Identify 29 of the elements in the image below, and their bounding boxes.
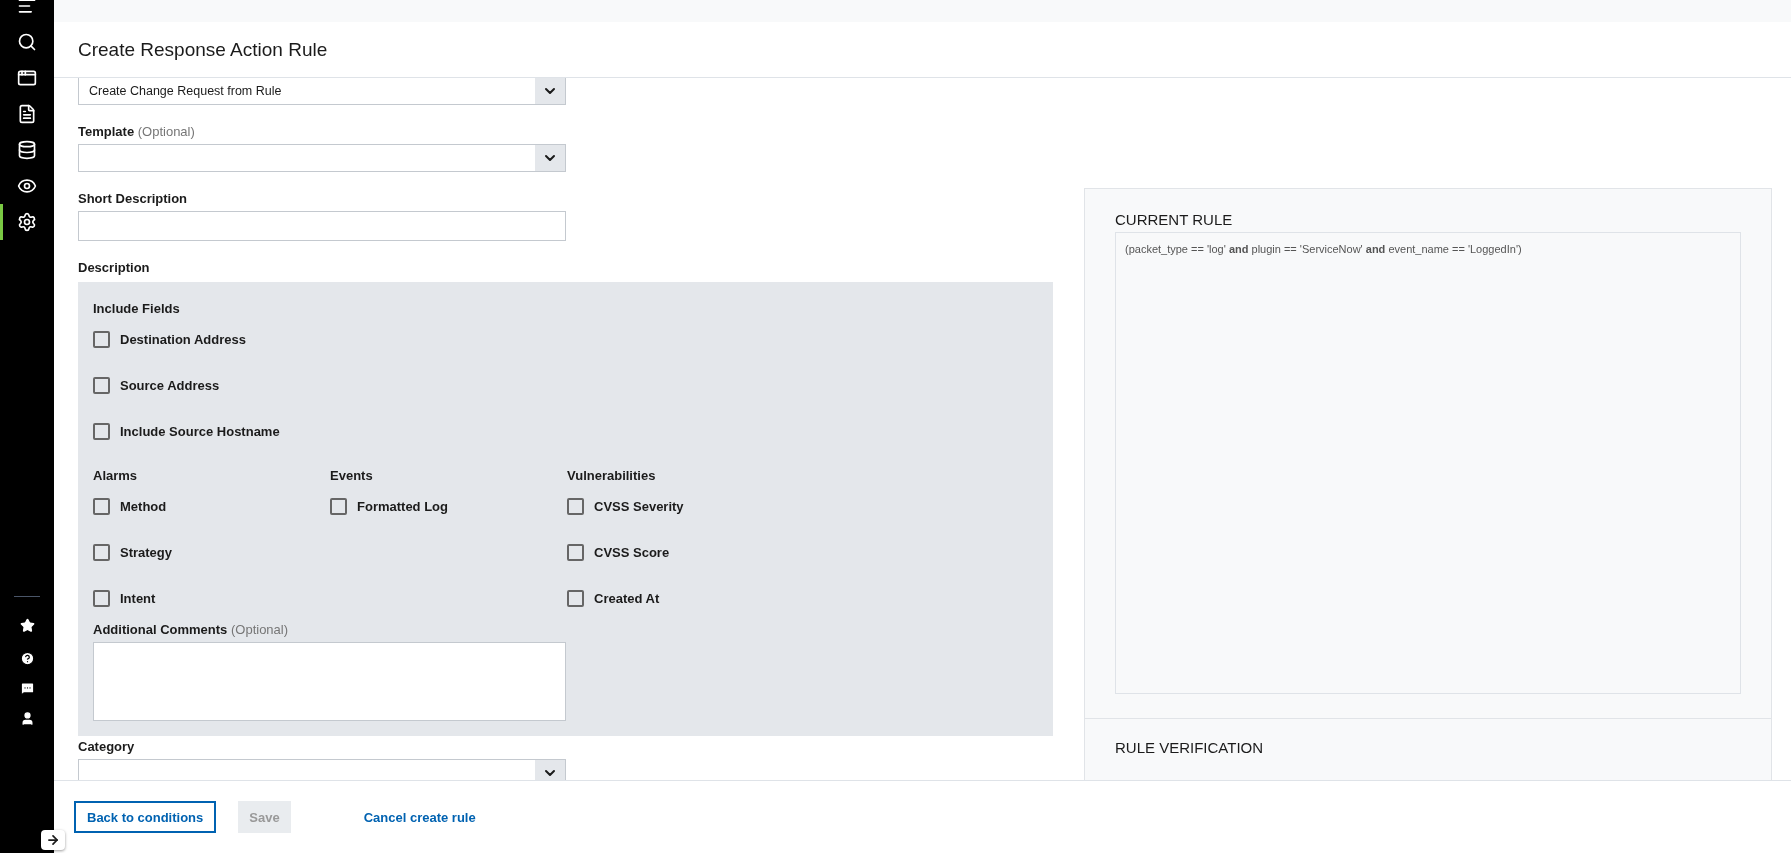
section-heading: Events bbox=[330, 468, 374, 483]
cancel-link[interactable]: Cancel create rule bbox=[352, 801, 487, 833]
page-title: Create Response Action Rule bbox=[78, 38, 328, 61]
checkbox[interactable]: Destination Address bbox=[93, 330, 1038, 348]
checkbox[interactable]: Method bbox=[93, 497, 330, 515]
checkbox[interactable]: Created At bbox=[567, 589, 804, 607]
checkbox[interactable]: Include Source Hostname bbox=[93, 422, 1038, 440]
section-title: CURRENT RULE bbox=[1115, 211, 1234, 228]
checkbox[interactable]: CVSS Severity bbox=[567, 497, 804, 515]
checkbox[interactable]: Formatted Log bbox=[330, 497, 567, 515]
field-label: Category bbox=[78, 739, 136, 754]
checkbox[interactable]: Intent bbox=[93, 589, 330, 607]
checkbox[interactable]: CVSS Score bbox=[567, 543, 804, 561]
section-heading: Include Fields bbox=[93, 301, 181, 316]
comments-field[interactable] bbox=[93, 642, 566, 721]
checkbox[interactable]: Source Address bbox=[93, 376, 1038, 394]
field-label: Short Description bbox=[78, 191, 189, 206]
section-heading: Alarms bbox=[93, 468, 139, 483]
back-button[interactable]: Back to conditions bbox=[74, 801, 217, 833]
field-label: Template (Optional) bbox=[78, 124, 196, 139]
action-select[interactable]: Create Change Request from Rule bbox=[78, 78, 566, 105]
field-label: Description bbox=[78, 260, 151, 275]
rule-text: (packet_type == 'log' and plugin == 'ServiceNow' and event_name == 'LoggedIn') bbox=[1125, 243, 1522, 255]
checkbox[interactable]: Strategy bbox=[93, 543, 330, 561]
input-field[interactable] bbox=[78, 211, 566, 241]
expand-button[interactable] bbox=[41, 830, 65, 850]
field-label: Additional Comments (Optional) bbox=[93, 622, 290, 637]
section-title: RULE VERIFICATION bbox=[1115, 739, 1265, 756]
section-heading: Vulnerabilities bbox=[567, 468, 657, 483]
